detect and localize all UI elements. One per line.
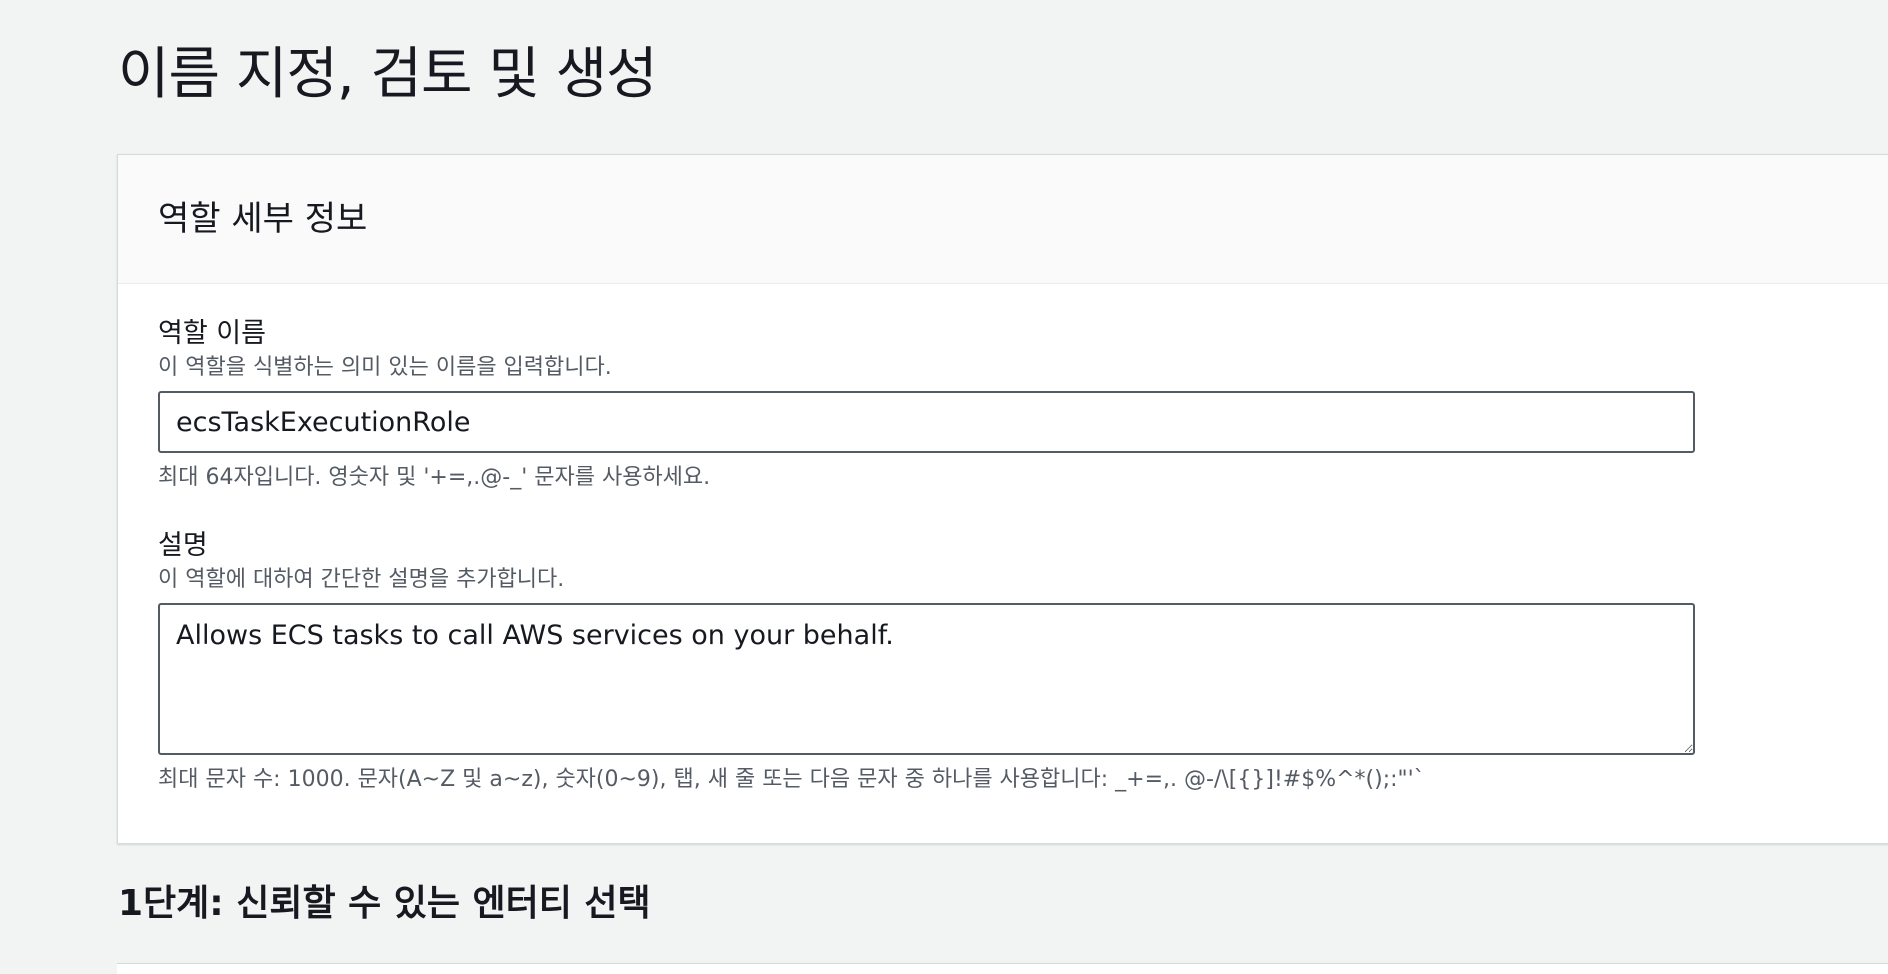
role-details-panel: 역할 세부 정보 역할 이름 이 역할을 식별하는 의미 있는 이름을 입력합니…	[117, 154, 1888, 844]
role-details-heading: 역할 세부 정보	[158, 199, 368, 239]
description-constraint: 최대 문자 수: 1000. 문자(A~Z 및 a~z), 숫자(0~9), 탭…	[158, 767, 1425, 792]
step1-title: 1단계: 신뢰할 수 있는 엔터티 선택	[118, 883, 651, 924]
trusted-entity-panel	[117, 963, 1888, 974]
description-description: 이 역할에 대하여 간단한 설명을 추가합니다.	[158, 567, 565, 592]
role-name-field: 역할 이름 이 역할을 식별하는 의미 있는 이름을 입력합니다. 최대 64자…	[158, 317, 1695, 493]
role-name-label: 역할 이름	[158, 318, 266, 349]
description-label: 설명	[158, 530, 208, 561]
description-field: 설명 이 역할에 대하여 간단한 설명을 추가합니다. Allows ECS t…	[158, 529, 1695, 795]
role-name-constraint: 최대 64자입니다. 영숫자 및 '+=,.@-_' 문자를 사용하세요.	[158, 465, 711, 490]
role-name-description: 이 역할을 식별하는 의미 있는 이름을 입력합니다.	[158, 355, 612, 380]
role-name-input[interactable]	[158, 391, 1695, 453]
role-details-header: 역할 세부 정보	[118, 155, 1888, 284]
page-title: 이름 지정, 검토 및 생성	[118, 42, 658, 107]
description-textarea[interactable]: Allows ECS tasks to call AWS services on…	[158, 603, 1695, 755]
